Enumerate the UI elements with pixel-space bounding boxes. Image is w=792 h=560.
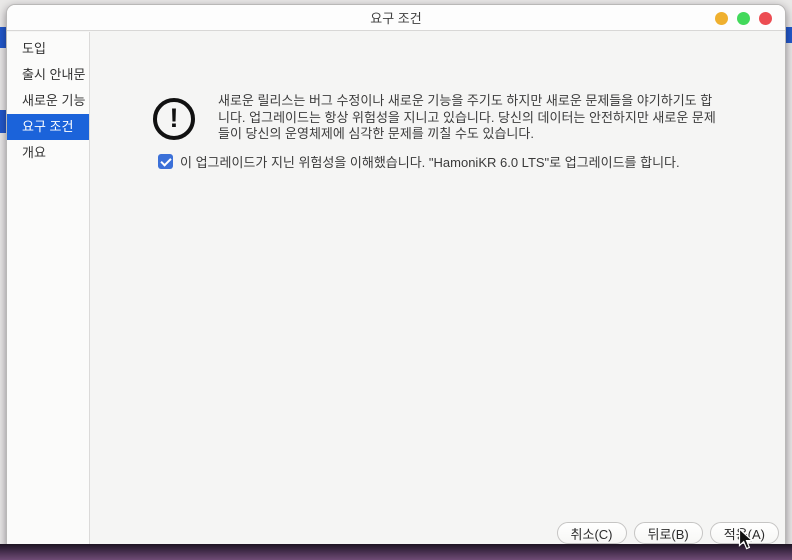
back-button[interactable]: 뒤로(B) — [634, 522, 703, 544]
window-title: 요구 조건 — [370, 8, 421, 27]
upgrade-wizard-window: 요구 조건 도입 출시 안내문 새로운 기능 요구 조건 개요 ! 새로운 릴리… — [6, 4, 786, 548]
wizard-steps-sidebar: 도입 출시 안내문 새로운 기능 요구 조건 개요 — [7, 32, 90, 547]
sidebar-item-overview[interactable]: 개요 — [7, 140, 89, 166]
close-button[interactable] — [759, 12, 772, 25]
minimize-button[interactable] — [715, 12, 728, 25]
background-window-accent — [786, 27, 792, 43]
risk-acknowledgment-row: 이 업그레이드가 지닌 위험성을 이해했습니다. "HamoniKR 6.0 L… — [158, 152, 680, 171]
risk-checkbox-label[interactable]: 이 업그레이드가 지닌 위험성을 이해했습니다. "HamoniKR 6.0 L… — [180, 152, 680, 171]
cancel-button[interactable]: 취소(C) — [557, 522, 627, 544]
apply-button[interactable]: 적용(A) — [710, 522, 779, 544]
maximize-button[interactable] — [737, 12, 750, 25]
background-window-right-edge — [786, 0, 792, 560]
content-area: ! 새로운 릴리스는 버그 수정이나 새로운 기능을 주기도 하지만 새로운 문… — [91, 32, 785, 547]
sidebar-item-new-features[interactable]: 새로운 기능 — [7, 88, 89, 114]
desktop-background — [0, 544, 792, 560]
warning-icon-glyph: ! — [170, 103, 179, 136]
sidebar-item-requirements[interactable]: 요구 조건 — [7, 114, 89, 140]
sidebar-item-introduction[interactable]: 도입 — [7, 36, 89, 62]
footer-button-bar: 취소(C) 뒤로(B) 적용(A) — [557, 522, 779, 544]
warning-text: 새로운 릴리스는 버그 수정이나 새로운 기능을 주기도 하지만 새로운 문제들… — [218, 93, 723, 143]
window-controls — [715, 5, 772, 31]
title-bar[interactable]: 요구 조건 — [7, 5, 785, 31]
sidebar-item-release-notes[interactable]: 출시 안내문 — [7, 62, 89, 88]
warning-icon: ! — [153, 98, 195, 140]
risk-checkbox[interactable] — [158, 154, 173, 169]
